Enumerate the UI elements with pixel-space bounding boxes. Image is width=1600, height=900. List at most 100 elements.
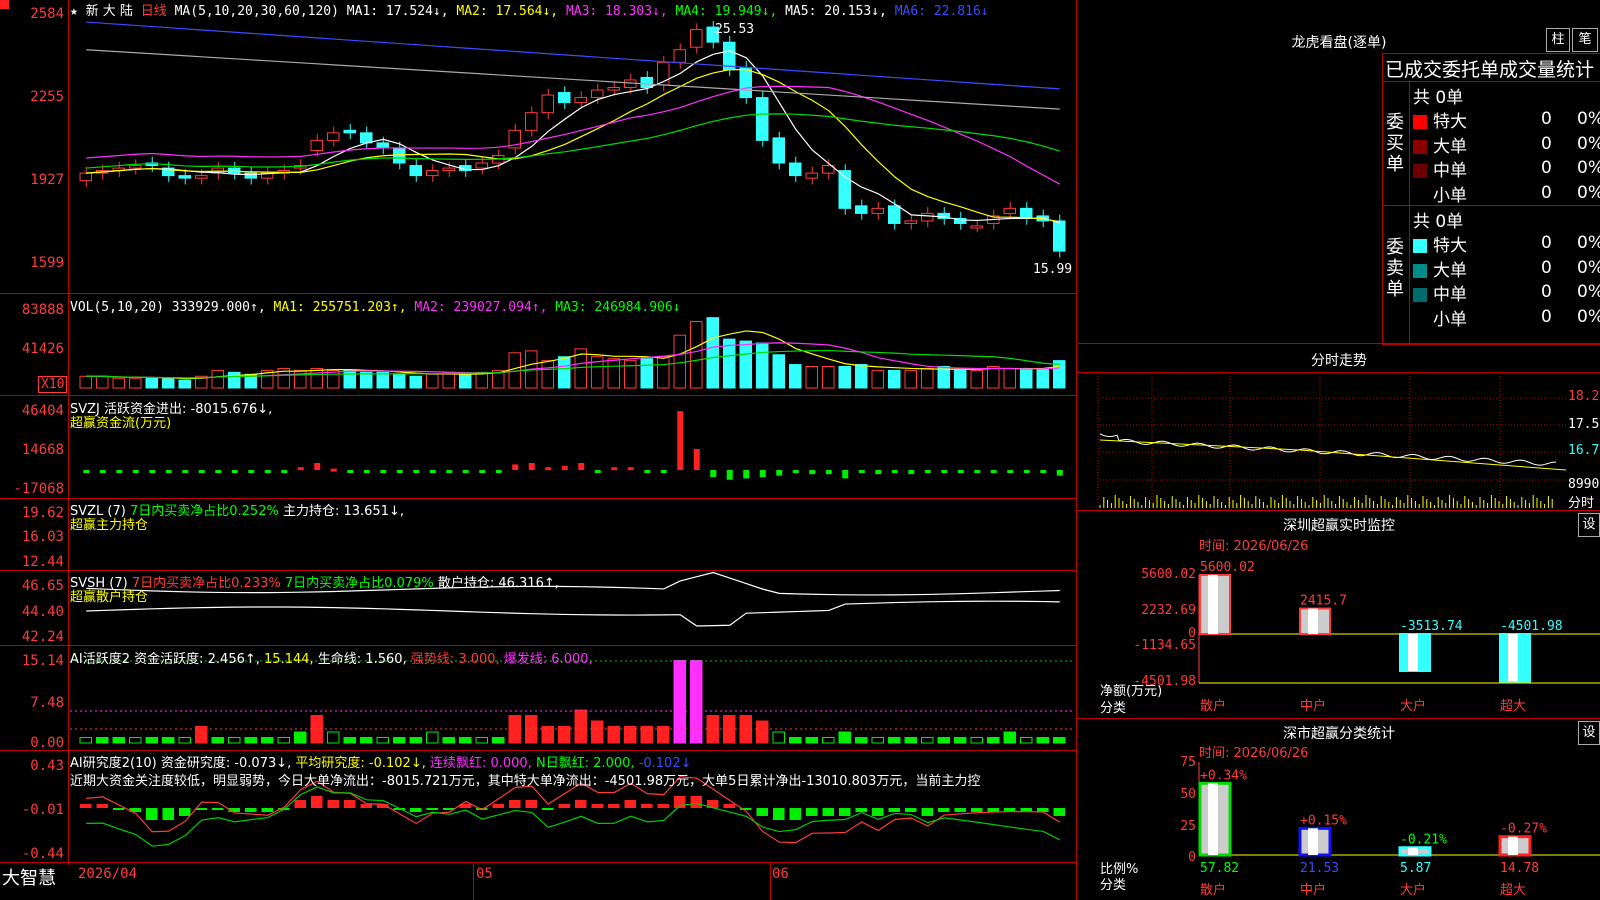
sell-color-swatch [1413,263,1427,278]
activity-bar [426,731,439,744]
activity-bar [673,660,686,744]
fund-flow-bar [611,467,618,471]
research-bar [1053,808,1065,816]
research-bar [888,808,900,812]
intraday-price-line [1099,433,1557,466]
fund-flow-bar [99,470,106,473]
candle-body [805,172,818,179]
fund-flow-bar [726,470,733,480]
candle-body [1003,207,1016,214]
order-stats-panel: 已成交委托单成交量统计 委买单 委卖单 共 0单 共 0单 特大 0 0% 大单 0 0%… [1382,53,1600,345]
svzl-ratio: 7日内买卖净占比0.252% [129,504,279,519]
sell-total: 共 0单 [1413,212,1464,232]
fund-flow-bar [281,470,288,473]
fund-flow-bar [842,470,849,479]
monitor-settings-button[interactable]: 设 [1578,513,1600,537]
svzl-title: 超赢主力持仓 [70,518,149,533]
monitor-bar [1199,574,1231,635]
app-logo: 大智慧 [2,868,56,889]
intraday-volume: 8990 [1568,477,1600,492]
fund-flow-bar [743,470,750,479]
fund-flow-bar [710,470,717,477]
stats-bar-highlight [1308,828,1318,855]
volume-bar [426,373,439,389]
monitor-tick: -1134.65 [1133,638,1196,653]
research-bar [971,808,983,812]
stats-settings-button[interactable]: 设 [1578,721,1600,745]
vol-tick: 83888 [21,302,64,318]
svzj-tick: 46404 [21,403,64,419]
candle-body [591,89,604,99]
date-label: 2026/04 [78,866,138,882]
activity-bar [855,737,868,744]
candle-body [756,97,769,141]
buy-total: 共 0单 [1413,88,1464,108]
monitor-value-label: 2415.7 [1300,594,1347,609]
activity-bar [492,737,505,744]
candle-body [871,207,884,214]
candle-body [855,205,868,214]
svzl-tick: 12.44 [21,554,64,570]
candle-body [1020,207,1033,219]
buy-color-swatch [1413,139,1427,154]
tick-mode-button[interactable]: 笔 [1572,28,1598,52]
fund-flow-bar [198,470,205,473]
sell-type: 小单 [1433,309,1467,330]
fund-flow-bar [182,470,189,473]
volume-bar [690,321,703,389]
sell-row: 特大 0 0% [1413,231,1600,256]
star-icon[interactable]: ★ [70,4,78,19]
volume-bar [162,377,175,389]
stats-bar [1498,835,1532,857]
ma2-value: MA2: 17.564↓, [456,4,559,19]
high-price-label: 25.53 [715,22,755,37]
fund-flow-bar [792,470,799,473]
activity-bar [970,737,983,744]
stats-value-label: 57.82 [1200,861,1239,876]
price-tick: 2584 [30,6,64,22]
candle-body [921,212,934,222]
svsh-tick: 46.65 [21,578,64,594]
buy-count: 0 [1541,158,1552,178]
sell-pct: 0% [1577,306,1600,327]
ai-n-red: N日飘红: 2.000, [531,756,635,771]
stats-tick: 50 [1180,787,1196,802]
volume-bar [475,371,488,389]
svzj-tick: 14668 [21,442,64,458]
activity-bar [129,737,142,744]
vol-ma2: MA2: 239027.094↑, [414,300,548,315]
volume-bar [772,354,785,389]
activity-bar [591,720,604,744]
vol-tick: 41426 [21,341,64,357]
stats-bar [1198,781,1232,857]
activity-bar [211,737,224,744]
research-bar [294,800,306,808]
sell-pct: 0% [1577,257,1600,278]
activity-bar [954,737,967,744]
candle-body [129,165,142,169]
ma6-value: MA6: 22.816↓ [894,4,989,19]
fund-flow-bar [1023,470,1030,473]
sell-orders-label: 委卖单 [1386,237,1404,300]
activity-bar [343,737,356,744]
activity-bar [1020,737,1033,744]
research-bar [872,808,884,816]
bar-mode-button[interactable]: 柱 [1546,28,1570,52]
research-bar [608,804,620,808]
research-bar [641,804,653,808]
research-bar [311,796,323,808]
fund-flow-bar [759,470,766,477]
fund-flow-bar [495,470,502,473]
fund-flow-bar [1040,470,1047,473]
candle-body [442,167,455,172]
activity-bar [756,720,769,744]
volume-bar [409,375,422,389]
fund-flow-bar [578,463,585,470]
candle-body [327,132,340,141]
period-label[interactable]: 日线 [141,4,167,19]
stats-bar-highlight [1508,836,1518,855]
candle-body [409,165,422,177]
stats-tick: 0 [1188,850,1196,865]
research-bar [855,808,867,812]
ai-avg-research: 平均研究度: -0.102↓, [291,756,426,771]
